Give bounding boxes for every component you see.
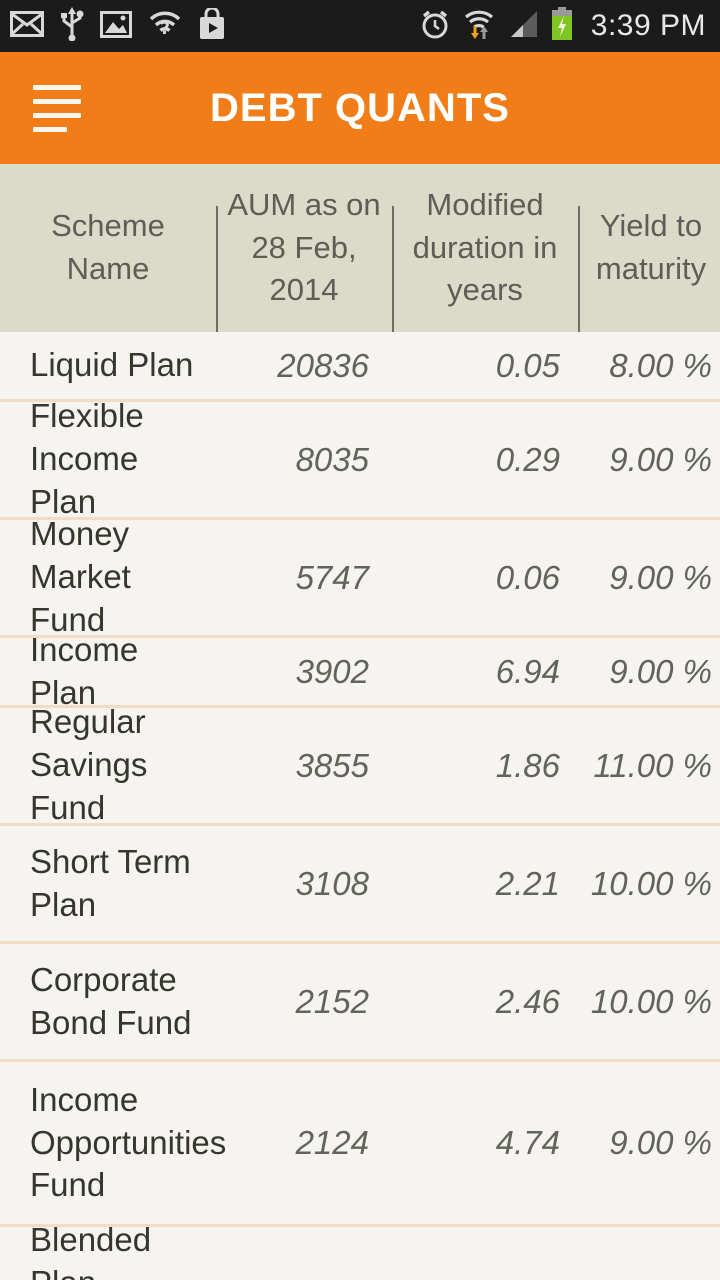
usb-icon xyxy=(60,7,84,45)
cell-modified-duration: 0.29 xyxy=(495,440,560,478)
signal-bars-icon xyxy=(507,9,539,43)
cell-modified-duration: 2.46 xyxy=(495,982,560,1020)
table-row[interactable]: Flexible Income Plan 8035 0.29 9.00 % xyxy=(0,397,720,520)
app-bar: DEBT QUANTS xyxy=(0,52,720,164)
column-divider xyxy=(392,206,394,332)
column-header-scheme-name[interactable]: Scheme Name xyxy=(0,164,216,332)
hamburger-menu-icon[interactable] xyxy=(33,84,81,132)
table-row[interactable]: Money Market Fund 5747 0.06 9.00 % xyxy=(0,515,720,638)
hamburger-line xyxy=(33,126,67,132)
cell-modified-duration: 0.06 xyxy=(495,558,560,596)
cell-aum: 3855 xyxy=(295,746,369,784)
hamburger-line xyxy=(33,112,81,118)
cell-scheme-name: Liquid Plan xyxy=(30,346,194,384)
cell-yield-to-maturity: 9.00 % xyxy=(609,1124,712,1162)
table-body: Liquid Plan 20836 0.05 8.00 % Flexible Incom… xyxy=(0,332,720,1280)
page-title: DEBT QUANTS xyxy=(210,85,510,130)
cell-aum: 8035 xyxy=(295,440,369,478)
cell-aum: 3902 xyxy=(295,652,369,690)
cell-aum: 2152 xyxy=(295,982,369,1020)
cell-aum: 5747 xyxy=(295,558,369,596)
cell-scheme-name: Blended Plan xyxy=(30,1221,152,1280)
cell-yield-to-maturity: 9.00 % xyxy=(609,440,712,478)
cell-scheme-name: Money Market Fund xyxy=(30,515,131,638)
cell-yield-to-maturity: 10.00 % xyxy=(590,982,712,1020)
cell-modified-duration: 6.94 xyxy=(495,652,560,690)
cell-yield-to-maturity: 9.00 % xyxy=(609,558,712,596)
column-header-aum[interactable]: AUM as on 28 Feb, 2014 xyxy=(216,164,392,332)
table-row[interactable]: Income Opportunities Fund 2124 4.74 9.00 % xyxy=(0,1062,720,1227)
cell-aum: 2124 xyxy=(295,1124,369,1162)
cell-scheme-name: Short Term Plan xyxy=(30,842,191,923)
cell-aum: 3108 xyxy=(295,864,369,902)
alarm-icon xyxy=(419,8,451,44)
cell-yield-to-maturity: 10.00 % xyxy=(590,864,712,902)
column-header-yield-to-maturity[interactable]: Yield to maturity xyxy=(578,164,720,332)
hamburger-line xyxy=(33,98,81,104)
cell-scheme-name: Income Opportunities Fund xyxy=(30,1080,227,1204)
wifi-question-icon: ? xyxy=(148,10,182,42)
cell-modified-duration: 1.86 xyxy=(495,746,560,784)
status-bar-right-icons: 3:39 PM xyxy=(419,7,706,45)
cell-modified-duration: 0.05 xyxy=(495,346,560,384)
cell-scheme-name: Regular Savings Fund xyxy=(30,703,148,826)
image-icon xyxy=(100,10,132,42)
cell-yield-to-maturity: 9.00 % xyxy=(609,652,712,690)
clock-time: 3:39 PM xyxy=(590,9,706,42)
cell-yield-to-maturity: 8.00 % xyxy=(609,346,712,384)
cell-scheme-name: Flexible Income Plan xyxy=(30,397,144,520)
debt-quants-table: Scheme Name AUM as on 28 Feb, 2014 Modif… xyxy=(0,164,720,1280)
cell-yield-to-maturity: 11.00 % xyxy=(593,746,712,784)
table-header-row: Scheme Name AUM as on 28 Feb, 2014 Modif… xyxy=(0,164,720,332)
table-row[interactable]: Blended Plan xyxy=(0,1221,720,1280)
column-header-modified-duration[interactable]: Modified duration in years xyxy=(392,164,578,332)
column-divider xyxy=(578,206,580,332)
column-divider xyxy=(216,206,218,332)
cell-modified-duration: 4.74 xyxy=(495,1124,560,1162)
mail-icon xyxy=(10,11,44,41)
table-row[interactable]: Income Plan 3902 6.94 9.00 % xyxy=(0,631,720,711)
cell-modified-duration: 2.21 xyxy=(495,864,560,902)
wifi-transfer-icon xyxy=(463,8,495,44)
table-row[interactable]: Corporate Bond Fund 2152 2.46 10.00 % xyxy=(0,944,720,1062)
svg-text:?: ? xyxy=(160,19,170,38)
status-bar-left-icons: ? xyxy=(10,6,226,45)
table-row[interactable]: Short Term Plan 3108 2.21 10.00 % xyxy=(0,826,720,944)
cell-aum: 20836 xyxy=(277,346,369,384)
table-row[interactable]: Regular Savings Fund 3855 1.86 11.00 % xyxy=(0,703,720,826)
table-row[interactable]: Liquid Plan 20836 0.05 8.00 % xyxy=(0,332,720,402)
battery-charging-icon xyxy=(551,7,573,45)
hamburger-line xyxy=(33,84,81,90)
play-store-icon xyxy=(198,6,226,44)
status-bar: ? 3:39 PM xyxy=(0,0,720,52)
cell-scheme-name: Corporate Bond Fund xyxy=(30,960,192,1041)
